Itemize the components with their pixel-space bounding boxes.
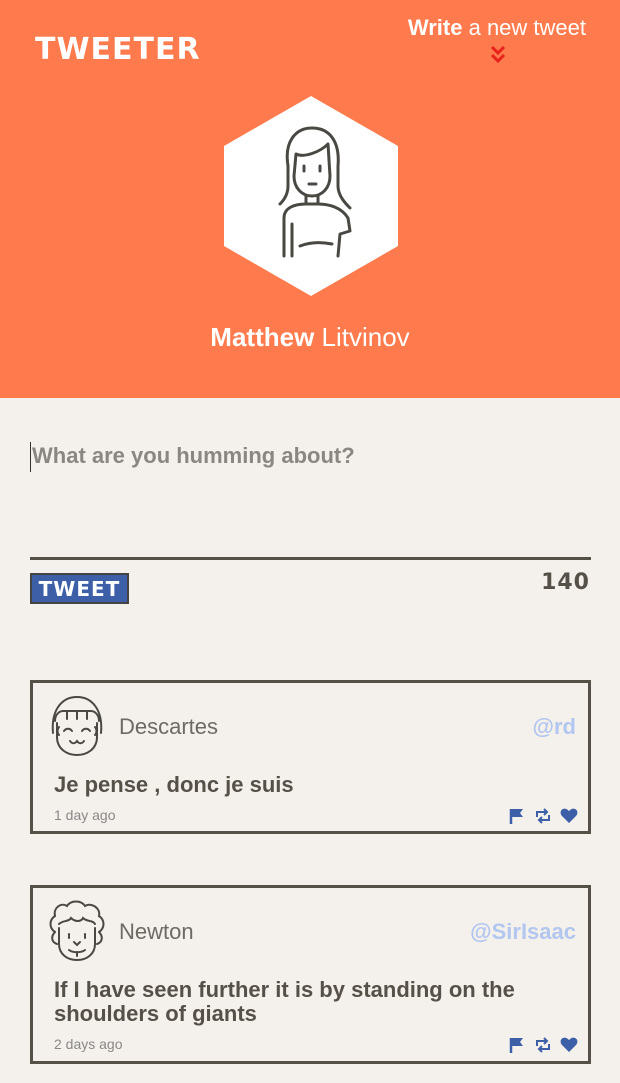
char-counter: 140 (541, 570, 590, 595)
tweet-text: Je pense , donc je suis (54, 772, 294, 797)
heart-icon[interactable] (560, 1036, 578, 1054)
tweet-card: Newton @SirIsaac If I have seen further … (30, 885, 591, 1064)
user-avatar (49, 900, 105, 962)
heart-icon[interactable] (560, 807, 578, 825)
brand-logo[interactable]: TWEETER (35, 32, 201, 67)
retweet-icon[interactable] (534, 1036, 552, 1054)
text-caret (30, 442, 31, 472)
write-link-rest: a new tweet (462, 15, 586, 40)
user-handle[interactable]: @SirIsaac (470, 919, 576, 945)
tweet-actions (508, 1036, 578, 1054)
user-name: Newton (119, 919, 194, 944)
tweet-button[interactable]: TWEET (30, 573, 129, 604)
tweet-card: Descartes @rd Je pense , donc je suis 1 … (30, 680, 591, 834)
profile-name: Matthew Litvinov (0, 322, 620, 353)
profile-last-name: Litvinov (314, 322, 410, 352)
tweet-actions (508, 807, 578, 825)
tweet-timestamp: 2 days ago (54, 1036, 123, 1052)
composer-divider (30, 557, 591, 560)
tweet-placeholder: What are you humming about? (32, 442, 355, 468)
write-link-bold: Write (407, 15, 463, 40)
tweet-textarea[interactable]: What are you humming about? (30, 442, 590, 552)
profile-header: TWEETER Write a new tweet Matthew Litvin… (0, 0, 620, 398)
flag-icon[interactable] (508, 807, 526, 825)
profile-first-name: Matthew (210, 322, 315, 352)
write-new-tweet-link[interactable]: Write a new tweet (408, 15, 586, 41)
tweet-text: If I have seen further it is by standing… (54, 977, 515, 1026)
flag-icon[interactable] (508, 1036, 526, 1054)
profile-avatar (224, 96, 398, 296)
retweet-icon[interactable] (534, 807, 552, 825)
tweet-timestamp: 1 day ago (54, 807, 116, 823)
user-avatar (51, 695, 103, 757)
user-handle[interactable]: @rd (533, 714, 576, 740)
chevron-double-down-icon[interactable] (488, 44, 508, 66)
user-name: Descartes (119, 714, 219, 739)
